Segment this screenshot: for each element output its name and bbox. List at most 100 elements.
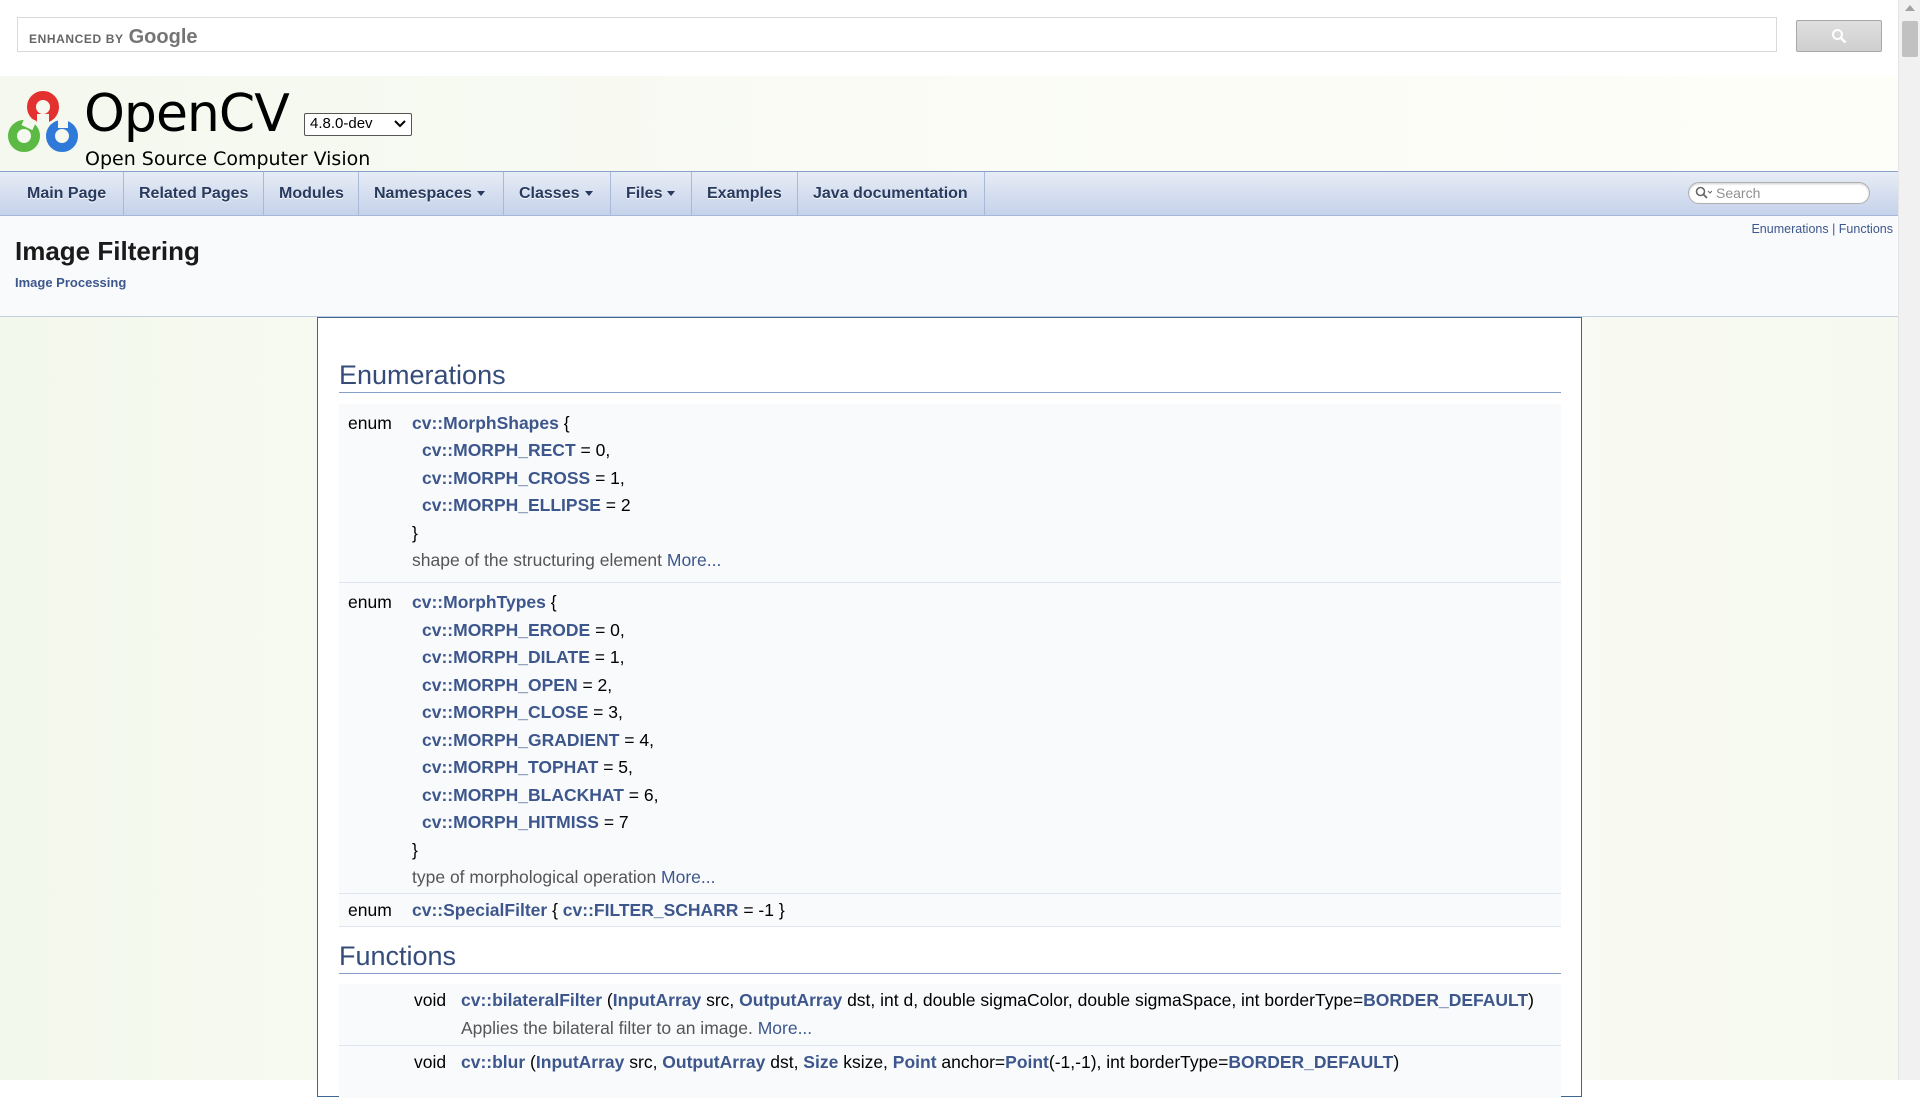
member-row-bilateralfilter: void cv::bilateralFilter (InputArray src…	[339, 984, 1561, 1046]
member-row-specialfilter: enum cv::SpecialFilter { cv::FILTER_SCHA…	[339, 894, 1561, 927]
search-placeholder: Search	[1716, 185, 1761, 201]
enum-value-link[interactable]: cv::MORPH_CLOSE	[422, 702, 588, 722]
enum-value-link[interactable]: cv::MORPH_GRADIENT	[422, 730, 619, 750]
enum-name-link[interactable]: cv::SpecialFilter	[412, 900, 547, 920]
doc-search-input[interactable]: Search	[1688, 182, 1870, 204]
google-search-button[interactable]	[1796, 20, 1882, 52]
nav-java-documentation[interactable]: Java documentation	[798, 172, 985, 215]
function-signature: cv::bilateralFilter (InputArray src, Out…	[461, 989, 1534, 1011]
scroll-up-arrow-icon[interactable]	[1905, 5, 1915, 11]
nav-label: Classes	[519, 185, 580, 202]
nav-label: Main Page	[27, 185, 107, 202]
nav-label: Java documentation	[813, 185, 968, 202]
return-type: void	[414, 1052, 447, 1072]
chevron-down-icon	[394, 120, 406, 128]
opencv-logo-icon	[8, 91, 78, 152]
enum-value-number: = 1,	[589, 647, 625, 667]
project-brief: Open Source Computer Vision	[85, 148, 371, 170]
title-area: OpenCV Open Source Computer Vision 4.8.0…	[0, 76, 1898, 171]
google-branding: ENHANCED BY Google	[29, 26, 198, 49]
type-link[interactable]: BORDER_DEFAULT	[1228, 1052, 1393, 1072]
nav-files[interactable]: Files	[611, 172, 692, 215]
more-link[interactable]: More...	[661, 867, 715, 887]
enum-value: cv::MORPH_CLOSE = 3,	[422, 701, 623, 723]
function-signature: cv::blur (InputArray src, OutputArray ds…	[461, 1051, 1399, 1073]
type-link[interactable]: OutputArray	[739, 990, 842, 1010]
enum-keyword: enum	[348, 900, 392, 920]
nav-classes[interactable]: Classes	[504, 172, 611, 215]
member-row-morphshapes: enum cv::MorphShapes { cv::MORPH_RECT = …	[339, 404, 1561, 583]
enum-value-link[interactable]: cv::FILTER_SCHARR	[563, 900, 739, 920]
main-nav: Main Page Related Pages Modules Namespac…	[0, 171, 1898, 216]
version-select[interactable]: 4.8.0-dev	[304, 113, 412, 136]
type-link[interactable]: Point	[893, 1052, 937, 1072]
enum-value-link[interactable]: cv::MORPH_RECT	[422, 440, 576, 460]
enum-value-link[interactable]: cv::MORPH_DILATE	[422, 647, 590, 667]
nav-related-pages[interactable]: Related Pages	[124, 172, 264, 215]
project-name: OpenCV	[84, 84, 290, 144]
summary-link-functions[interactable]: Functions	[1839, 222, 1893, 236]
function-name-link[interactable]: cv::bilateralFilter	[461, 990, 602, 1010]
description-text: Applies the bilateral filter to an image…	[461, 1018, 758, 1038]
page-scrollbar[interactable]	[1898, 0, 1920, 1080]
nav-examples[interactable]: Examples	[692, 172, 798, 215]
enum-value: cv::MORPH_TOPHAT = 5,	[422, 756, 633, 778]
signature-text: (	[525, 1052, 536, 1072]
enum-value-number: = 2	[600, 495, 631, 515]
enum-value-link[interactable]: cv::MORPH_OPEN	[422, 675, 578, 695]
more-link[interactable]: More...	[758, 1018, 812, 1038]
type-link[interactable]: InputArray	[613, 990, 701, 1010]
more-link[interactable]: More...	[667, 550, 721, 570]
search-icon	[1695, 186, 1712, 199]
caret-down-icon	[584, 191, 593, 197]
enum-declaration: cv::MorphTypes {	[412, 592, 557, 612]
enum-value: cv::MORPH_GRADIENT = 4,	[422, 729, 654, 751]
scrollbar-thumb[interactable]	[1902, 21, 1918, 57]
enum-value: cv::MORPH_CROSS = 1,	[422, 467, 625, 489]
version-value: 4.8.0-dev	[310, 115, 373, 132]
enum-value-link[interactable]: cv::MORPH_CROSS	[422, 468, 590, 488]
enum-name-link[interactable]: cv::MorphShapes	[412, 413, 559, 433]
enum-value: cv::MORPH_HITMISS = 7	[422, 811, 629, 833]
summary-links: Enumerations | Functions	[1751, 222, 1893, 236]
enum-value-number: = 2,	[577, 675, 613, 695]
nav-main-page[interactable]: Main Page	[12, 172, 124, 215]
nav-label: Namespaces	[374, 185, 472, 202]
signature-text: src,	[701, 990, 740, 1010]
enum-declaration: cv::SpecialFilter { cv::FILTER_SCHARR = …	[412, 899, 785, 921]
type-link[interactable]: Point	[1005, 1052, 1049, 1072]
caret-down-icon	[667, 191, 676, 197]
section-title-enumerations: Enumerations	[339, 360, 1561, 393]
enum-keyword: enum	[348, 413, 392, 433]
nav-label: Files	[626, 185, 663, 202]
google-search-input[interactable]: ENHANCED BY Google	[17, 17, 1777, 52]
enum-value-link[interactable]: cv::MORPH_ERODE	[422, 620, 590, 640]
google-search-bar: ENHANCED BY Google	[0, 0, 1898, 76]
nav-namespaces[interactable]: Namespaces	[359, 172, 504, 215]
type-link[interactable]: InputArray	[536, 1052, 624, 1072]
member-row-morphtypes: enum cv::MorphTypes { cv::MORPH_ERODE = …	[339, 583, 1561, 894]
summary-link-enumerations[interactable]: Enumerations	[1751, 222, 1828, 236]
enum-value-link[interactable]: cv::MORPH_HITMISS	[422, 812, 599, 832]
enum-value-number: = 3,	[588, 702, 623, 722]
enum-value-link[interactable]: cv::MORPH_ELLIPSE	[422, 495, 601, 515]
signature-text: (	[602, 990, 613, 1010]
enum-value-number: = 0,	[575, 440, 611, 460]
nav-label: Modules	[279, 185, 344, 202]
enum-value: cv::MORPH_RECT = 0,	[422, 439, 610, 461]
enum-value: cv::MORPH_BLACKHAT = 6,	[422, 784, 658, 806]
type-link[interactable]: Size	[803, 1052, 838, 1072]
enum-value-link[interactable]: cv::MORPH_TOPHAT	[422, 757, 598, 777]
enum-value: cv::MORPH_ERODE = 0,	[422, 619, 625, 641]
function-name-link[interactable]: cv::blur	[461, 1052, 525, 1072]
enum-value-link[interactable]: cv::MORPH_BLACKHAT	[422, 785, 624, 805]
type-link[interactable]: OutputArray	[662, 1052, 765, 1072]
enum-value-number: = 1,	[590, 468, 625, 488]
ingroup-link[interactable]: Image Processing	[15, 275, 126, 290]
enum-value-number: = 5,	[598, 757, 633, 777]
signature-text: anchor=	[936, 1052, 1006, 1072]
enum-value: cv::MORPH_OPEN = 2,	[422, 674, 612, 696]
nav-modules[interactable]: Modules	[264, 172, 359, 215]
type-link[interactable]: BORDER_DEFAULT	[1363, 990, 1528, 1010]
enum-name-link[interactable]: cv::MorphTypes	[412, 592, 546, 612]
